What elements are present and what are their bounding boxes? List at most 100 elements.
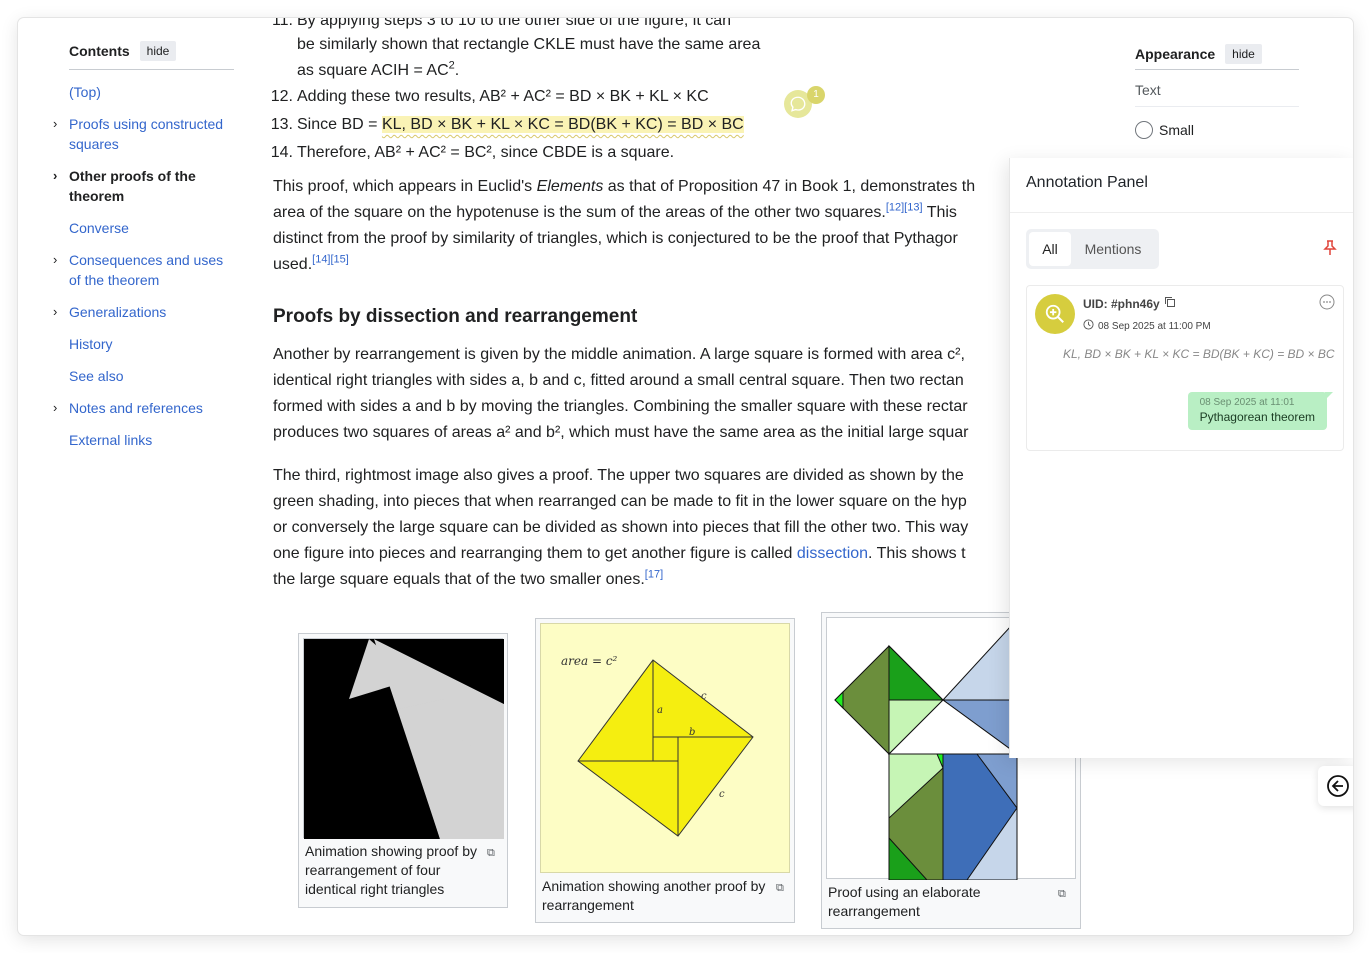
figure-caption: Animation showing another proof by rearr… [542, 878, 766, 913]
chevron-right-icon[interactable]: › [53, 166, 57, 186]
annotation-tag[interactable]: 08 Sep 2025 at 11:01 Pythagorean theorem [1187, 392, 1334, 430]
reference-link[interactable]: [17] [645, 569, 663, 581]
toc-item-label: History [69, 336, 113, 352]
paragraph-rearrangement: Another by rearrangement is given by the… [273, 342, 1033, 446]
text-size-label: Text [1135, 82, 1299, 107]
appearance-header: Appearance hide [1135, 38, 1299, 70]
toc-list: (Top) › Proofs using constructed squares › O… [53, 82, 234, 450]
toc-title: Contents [69, 42, 130, 59]
text: . This shows t [868, 545, 966, 562]
figure-caption: Proof using an elaborate rearrangement [828, 884, 981, 919]
text: Another by rearrangement is given by the… [273, 346, 965, 363]
clock-icon [1083, 319, 1094, 333]
appearance-menu: Appearance hide Text Small [1135, 38, 1299, 176]
text: or conversely the large square can be di… [273, 519, 969, 536]
toc-item-label: External links [69, 432, 153, 448]
list-item-text: By applying steps 3 to 10 to the other s… [297, 18, 732, 29]
enlarge-icon[interactable]: ⧉ [1058, 881, 1066, 907]
reference-link[interactable]: [12][13] [886, 202, 923, 214]
reference-link[interactable]: [14][15] [312, 254, 349, 266]
toc-item[interactable]: › Other proofs of the theorem [53, 166, 234, 206]
toc-item-label: Generalizations [69, 304, 167, 320]
highlighted-annotation[interactable]: KL, BD × BK + KL × KC = BD(BK + KC) = BD… [381, 116, 744, 133]
toc-item[interactable]: (Top) [69, 82, 234, 102]
panel-title: Annotation Panel [1026, 174, 1148, 191]
toc-item[interactable]: External links [69, 430, 234, 450]
collapse-panel-button[interactable] [1318, 766, 1353, 806]
figure-rearrangement-2: area = c² a b c c Animation showing anot… [535, 618, 795, 923]
figure-image[interactable] [303, 638, 504, 839]
pin-icon[interactable] [1323, 240, 1337, 261]
toc-hide-button[interactable]: hide [139, 40, 177, 61]
table-of-contents: Contents hide (Top) › Proofs using constru… [53, 38, 234, 462]
toc-item-label: See also [69, 368, 124, 384]
appearance-title: Appearance [1135, 45, 1216, 62]
more-options-icon[interactable] [1319, 294, 1335, 315]
annotation-uid: UID: #phn46y [1083, 296, 1176, 311]
text: distinct from the proof by similarity of… [273, 230, 958, 247]
toc-item[interactable]: Converse [69, 218, 234, 238]
text: green shading, into pieces that when rea… [273, 493, 967, 510]
comment-count-badge: 1 [807, 86, 825, 104]
list-item-step-14: 14. Therefore, AB² + AC² = BC², since CB… [271, 140, 674, 166]
toc-item-label: Proofs using constructed squares [69, 116, 224, 152]
text: This proof, which appears in Euclid's [273, 178, 537, 195]
text: This [922, 204, 957, 221]
list-number: 12. [270, 88, 293, 105]
chevron-right-icon[interactable]: › [53, 114, 57, 134]
side-label-b: b [689, 727, 696, 738]
enlarge-icon[interactable]: ⧉ [487, 840, 495, 866]
text: formed with sides a and b by moving the … [273, 398, 968, 415]
toc-item-label: Converse [69, 220, 129, 236]
annotation-tabs: All Mentions [1026, 229, 1159, 269]
list-number: 11. [271, 18, 293, 29]
tab-mentions[interactable]: Mentions [1071, 232, 1155, 266]
tab-all[interactable]: All [1029, 232, 1071, 266]
list-item-step-13: 13. Since BD = KL, BD × BK + KL × KC = B… [271, 112, 744, 138]
list-item-text: as square ACIH = AC [297, 62, 449, 79]
text: one figure into pieces and rearranging t… [273, 545, 797, 562]
toc-item[interactable]: History [69, 334, 234, 354]
text: identical right triangles with sides a, … [273, 372, 964, 389]
dissection-link[interactable]: dissection [797, 545, 868, 562]
text: the large square equals that of the two … [273, 571, 645, 588]
toc-item[interactable]: › Generalizations [53, 302, 234, 322]
zoom-in-icon[interactable] [1035, 294, 1075, 334]
toc-item-label: Notes and references [69, 400, 203, 416]
date-text: 08 Sep 2025 at 11:00 PM [1098, 320, 1211, 332]
enlarge-icon[interactable]: ⧉ [776, 875, 784, 901]
radio-label: Small [1159, 122, 1195, 138]
toc-header: Contents hide [69, 38, 234, 70]
appearance-hide-button[interactable]: hide [1225, 43, 1262, 64]
toc-item-label: Consequences and uses of the theorem [69, 252, 224, 288]
chevron-right-icon[interactable]: › [53, 302, 57, 322]
area-label: area = c² [561, 654, 618, 668]
toc-item[interactable]: › Proofs using constructed squares [53, 114, 234, 154]
text-size-small-radio[interactable]: Small [1135, 121, 1299, 139]
list-item-text: Adding these two results, AB² + AC² = BD… [297, 88, 709, 105]
radio-circle-icon[interactable] [1135, 121, 1153, 139]
figure-rearrangement-1: Animation showing proof by rearrangement… [298, 633, 508, 908]
text: produces two squares of areas a² and b²,… [273, 424, 969, 441]
chevron-right-icon[interactable]: › [53, 250, 57, 270]
section-heading: Proofs by dissection and rearrangement [273, 306, 638, 327]
browser-window: Contents hide (Top) › Proofs using constru… [18, 18, 1353, 935]
tag-label: Pythagorean theorem [1199, 410, 1315, 424]
list-item-text: Since BD = [297, 116, 382, 133]
copy-icon[interactable] [1164, 296, 1176, 311]
annotation-date: 08 Sep 2025 at 11:00 PM [1083, 319, 1211, 333]
side-label-c: c [701, 691, 707, 702]
chevron-right-icon[interactable]: › [53, 398, 57, 418]
list-item-text: be similarly shown that rectangle CKLE m… [297, 36, 761, 53]
toc-item[interactable]: › Consequences and uses of the theorem [53, 250, 234, 290]
list-item-text-cont: be similarly shown that rectangle CKLE m… [297, 32, 760, 58]
toc-item-label: Other proofs of the theorem [69, 168, 196, 204]
side-label-c: c [719, 789, 725, 800]
annotation-card[interactable]: UID: #phn46y 08 Sep 2025 at 11:00 PM KL,… [1026, 285, 1344, 451]
list-number: 14. [270, 144, 293, 161]
figure-image[interactable]: area = c² a b c c [540, 623, 790, 873]
divider [1010, 212, 1353, 213]
paragraph-euclid: This proof, which appears in Euclid's El… [273, 174, 1033, 278]
toc-item[interactable]: › Notes and references [53, 398, 234, 418]
toc-item[interactable]: See also [69, 366, 234, 386]
